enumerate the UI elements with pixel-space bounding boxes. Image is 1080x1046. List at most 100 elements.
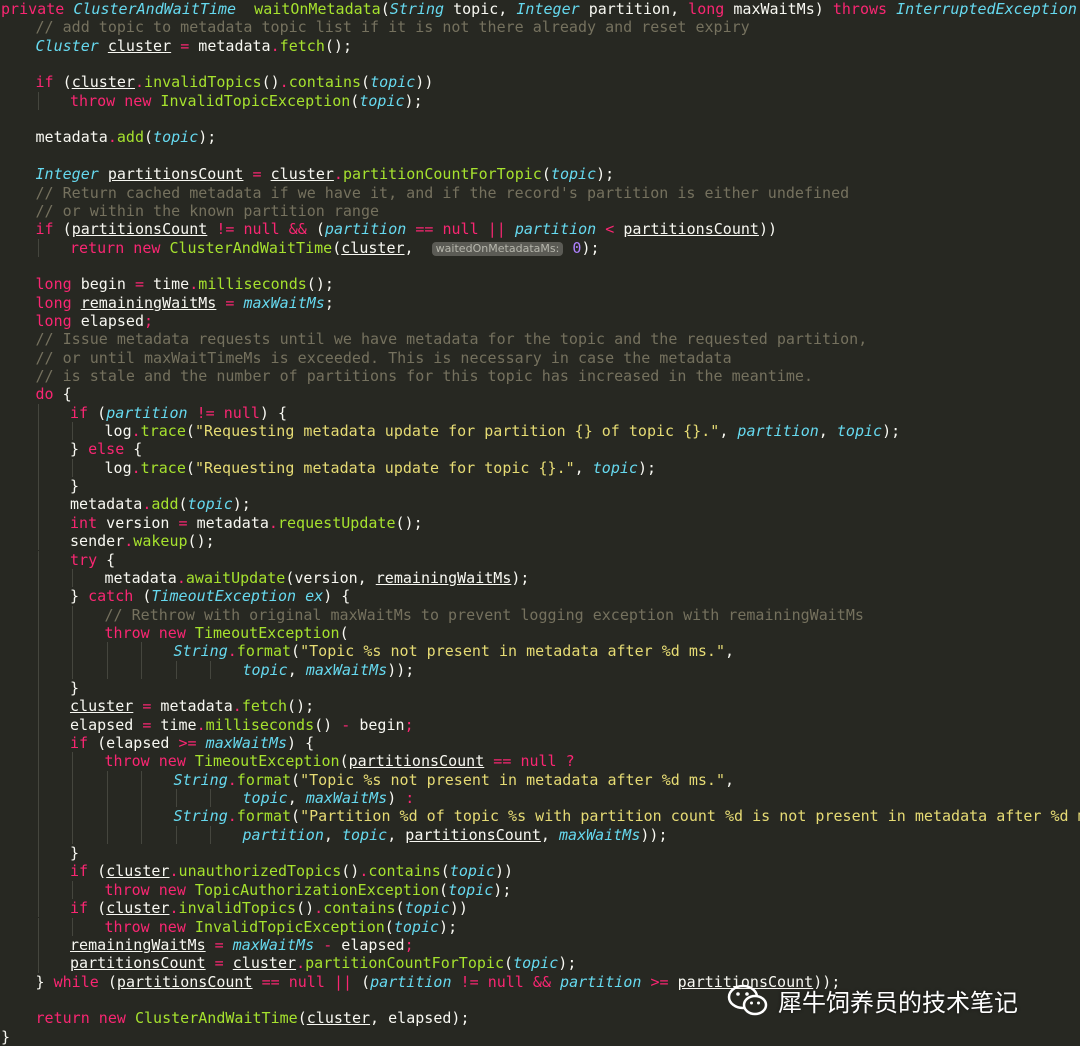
code-line[interactable]: remainingWaitMs = maxWaitMs - elapsed; xyxy=(70,936,414,954)
code-line[interactable]: private ClusterAndWaitTime waitOnMetadat… xyxy=(1,0,1080,18)
code-token: . xyxy=(333,165,343,184)
code-line[interactable]: // Issue metadata requests until we have… xyxy=(36,330,868,348)
code-line[interactable]: try { xyxy=(70,551,115,569)
code-line[interactable]: throw new TimeoutException( xyxy=(105,624,349,642)
code-token: ) { xyxy=(287,734,315,752)
indent-guide xyxy=(141,660,142,679)
code-line[interactable]: partition, topic, partitionsCount, maxWa… xyxy=(243,826,668,844)
code-line[interactable]: do { xyxy=(36,385,72,403)
code-line[interactable]: if (cluster.invalidTopics().contains(top… xyxy=(36,73,434,91)
indent-guide xyxy=(141,807,142,826)
code-line[interactable]: } catch (TimeoutException ex) { xyxy=(70,587,350,605)
code-line[interactable]: long begin = time.milliseconds(); xyxy=(36,275,334,293)
code-line[interactable]: log.trace("Requesting metadata update fo… xyxy=(105,422,901,440)
indent-guide xyxy=(37,495,39,514)
code-token: log xyxy=(104,458,132,477)
code-line[interactable]: } xyxy=(1,1028,10,1046)
code-token: topic xyxy=(404,899,450,918)
code-editor[interactable]: private ClusterAndWaitTime waitOnMetadat… xyxy=(0,0,1080,1046)
code-line[interactable]: long remainingWaitMs = maxWaitMs; xyxy=(36,294,334,312)
code-token: time xyxy=(144,275,190,294)
code-line[interactable]: // or until maxWaitTimeMs is exceeded. T… xyxy=(36,349,732,367)
code-line[interactable]: } xyxy=(70,477,79,495)
code-token: String xyxy=(389,0,445,18)
watermark: 犀牛饲养员的技术笔记 xyxy=(726,980,1056,1020)
code-line[interactable]: metadata.add(topic); xyxy=(36,128,217,146)
indent-guide xyxy=(37,458,39,478)
code-line[interactable]: String.format("Partition %d of topic %s … xyxy=(174,807,1080,825)
code-token: . xyxy=(268,513,278,532)
code-line[interactable]: if (partition != null) { xyxy=(70,404,287,422)
code-token: , xyxy=(404,238,432,257)
indent-guide xyxy=(37,477,39,496)
code-token: == xyxy=(261,972,280,991)
code-line[interactable]: throw new InvalidTopicException(topic); xyxy=(105,918,458,936)
code-token: partition xyxy=(106,403,188,422)
code-token: == xyxy=(415,220,434,239)
code-line[interactable]: // Rethrow with original maxWaitMs to pr… xyxy=(105,606,864,624)
code-line[interactable]: sender.wakeup(); xyxy=(70,532,215,550)
code-token: "Requesting metadata update for topic {}… xyxy=(194,458,575,477)
code-token: fetch xyxy=(241,697,288,716)
code-line[interactable]: partitionsCount = cluster.partitionCount… xyxy=(70,954,576,972)
code-line[interactable]: topic, maxWaitMs)); xyxy=(243,661,415,679)
indent-guide xyxy=(37,880,39,900)
code-line[interactable]: // is stale and the number of partitions… xyxy=(36,367,814,385)
code-token: maxWaitMs xyxy=(232,935,315,954)
code-token: . xyxy=(270,36,280,55)
code-token: String xyxy=(173,807,228,826)
code-line[interactable]: metadata.awaitUpdate(version, remainingW… xyxy=(105,569,530,587)
code-line[interactable]: } xyxy=(70,679,79,697)
indent-guide xyxy=(37,660,39,679)
code-line[interactable]: // or within the known partition range xyxy=(36,202,380,220)
code-line[interactable]: Integer partitionsCount = cluster.partit… xyxy=(36,165,615,183)
code-line[interactable]: topic, maxWaitMs) : xyxy=(243,789,415,807)
code-line[interactable]: if (cluster.invalidTopics().contains(top… xyxy=(70,899,468,917)
code-token: 0 xyxy=(563,238,582,257)
indent-guide xyxy=(106,825,108,845)
code-line[interactable]: log.trace("Requesting metadata update fo… xyxy=(105,459,657,477)
code-line[interactable]: return new ClusterAndWaitTime(cluster, w… xyxy=(70,239,600,257)
code-token: ); xyxy=(439,917,458,936)
indent-guide xyxy=(72,605,73,624)
code-line[interactable]: long elapsed; xyxy=(36,312,154,330)
code-token: () xyxy=(296,899,315,918)
code-token: elapsed xyxy=(71,311,144,330)
code-line[interactable]: Cluster cluster = metadata.fetch(); xyxy=(36,37,353,55)
code-token: < xyxy=(605,220,615,239)
code-line[interactable]: if (cluster.unauthorizedTopics().contain… xyxy=(70,862,513,880)
code-line[interactable]: elapsed = time.milliseconds() - begin; xyxy=(70,716,414,734)
indent-guide xyxy=(72,825,73,845)
indent-guide xyxy=(106,807,108,826)
code-line[interactable]: int version = metadata.requestUpdate(); xyxy=(70,514,423,532)
code-token: == xyxy=(493,752,512,771)
code-line[interactable]: if (partitionsCount != null && (partitio… xyxy=(36,220,778,238)
code-line[interactable]: return new ClusterAndWaitTime(cluster, e… xyxy=(36,1009,470,1027)
code-line[interactable]: throw new TimeoutException(partitionsCou… xyxy=(105,752,575,770)
code-line[interactable]: if (elapsed >= maxWaitMs) { xyxy=(70,734,314,752)
code-line[interactable]: String.format("Topic %s not present in m… xyxy=(174,642,735,660)
code-token: remainingWaitMs xyxy=(375,568,512,587)
code-line[interactable]: } xyxy=(70,844,79,862)
code-line[interactable]: // Return cached metadata if we have it,… xyxy=(36,184,850,202)
code-token: ( xyxy=(384,917,394,936)
code-line[interactable]: cluster = metadata.fetch(); xyxy=(70,697,314,715)
code-line[interactable]: } else { xyxy=(70,440,142,458)
code-line[interactable]: } while (partitionsCount == null || (par… xyxy=(36,973,841,991)
code-token: ) xyxy=(387,789,406,808)
code-line[interactable]: metadata.add(topic); xyxy=(70,495,251,513)
code-line[interactable]: String.format("Topic %s not present in m… xyxy=(174,771,735,789)
code-line[interactable]: // add topic to metadata topic list if i… xyxy=(36,18,750,36)
code-line[interactable]: throw new TopicAuthorizationException(to… xyxy=(105,881,512,899)
code-token: else xyxy=(88,440,125,459)
code-token: partitionsCount xyxy=(348,752,485,771)
code-token: maxWaitMs xyxy=(559,825,641,844)
code-token: ( xyxy=(395,899,405,918)
code-line[interactable]: throw new InvalidTopicException(topic); xyxy=(70,92,423,110)
